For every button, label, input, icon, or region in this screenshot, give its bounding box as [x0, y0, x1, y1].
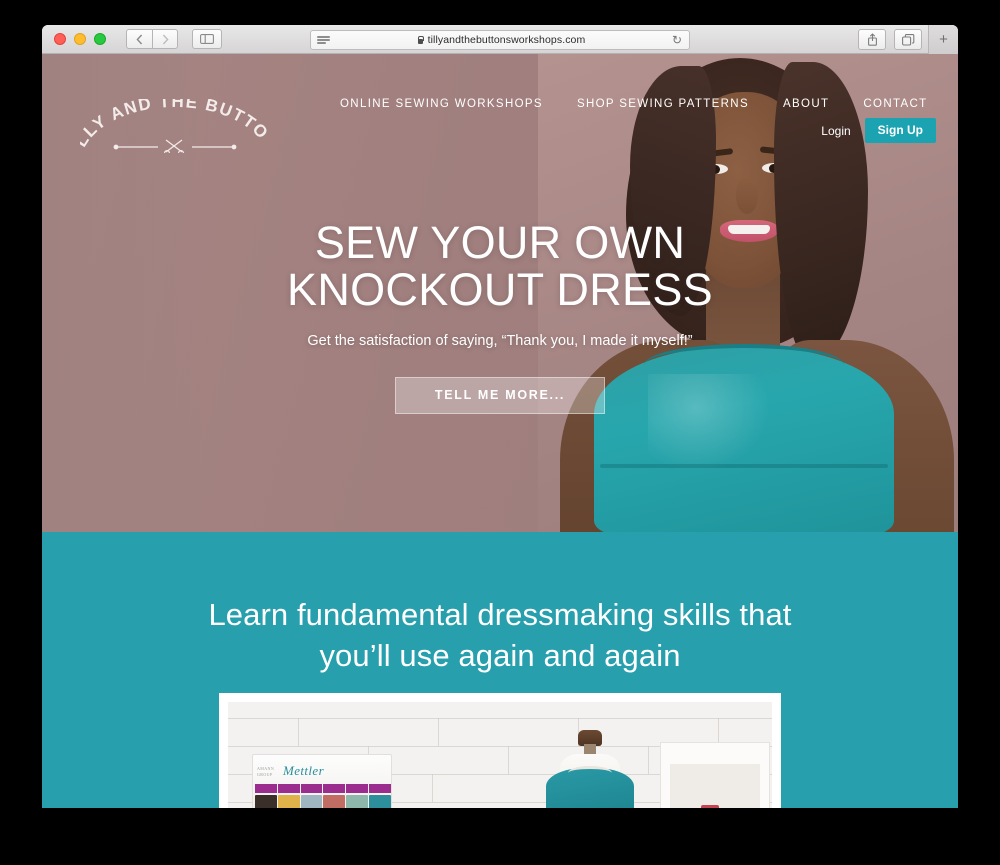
minimize-window-button[interactable]: [74, 33, 86, 45]
navigation-buttons: [126, 29, 178, 49]
site-logo[interactable]: TILLY AND THE BUTTONS: [80, 99, 270, 153]
new-tab-button[interactable]: +: [928, 25, 958, 54]
studio-photo-card: AMANN GROUP Mettler: [219, 693, 781, 808]
login-link[interactable]: Login: [821, 124, 850, 138]
dress-form-mannequin: [542, 730, 638, 808]
skills-heading: Learn fundamental dressmaking skills tha…: [42, 532, 958, 677]
studio-photo: AMANN GROUP Mettler: [228, 702, 772, 808]
thread-brand-name: Mettler: [283, 763, 325, 778]
main-navigation: ONLINE SEWING WORKSHOPS SHOP SEWING PATT…: [340, 98, 928, 110]
back-button[interactable]: [126, 29, 152, 49]
svg-text:TILLY AND THE BUTTONS: TILLY AND THE BUTTONS: [80, 99, 270, 150]
hero-section: TILLY AND THE BUTTONS: [42, 54, 958, 532]
reload-icon[interactable]: ↻: [672, 34, 682, 46]
toolbar-actions: [858, 29, 922, 50]
browser-toolbar: tillyandthebuttonsworkshops.com ↻ +: [42, 25, 958, 54]
forward-button[interactable]: [152, 29, 178, 49]
sign-up-button[interactable]: Sign Up: [864, 118, 936, 143]
web-page: TILLY AND THE BUTTONS: [42, 54, 958, 808]
thread-spools-row: [255, 795, 391, 808]
thread-display-box: AMANN GROUP Mettler: [252, 754, 392, 808]
close-window-button[interactable]: [54, 33, 66, 45]
zoom-window-button[interactable]: [94, 33, 106, 45]
thread-header-row: [255, 784, 391, 793]
url-display: tillyandthebuttonsworkshops.com: [330, 34, 672, 46]
skills-heading-line-1: Learn fundamental dressmaking skills tha…: [208, 597, 792, 632]
nav-item-shop-sewing-patterns[interactable]: SHOP SEWING PATTERNS: [577, 98, 749, 110]
lock-icon: [417, 35, 424, 45]
nav-item-about[interactable]: ABOUT: [783, 98, 829, 110]
share-icon[interactable]: [858, 29, 886, 50]
shelf-unit: [660, 742, 770, 808]
site-header: TILLY AND THE BUTTONS: [42, 54, 958, 153]
nav-item-online-sewing-workshops[interactable]: ONLINE SEWING WORKSHOPS: [340, 98, 543, 110]
browser-window: tillyandthebuttonsworkshops.com ↻ + LY A…: [42, 25, 958, 808]
sidebar-toggle-icon[interactable]: [192, 29, 222, 49]
tell-me-more-button[interactable]: TELL ME MORE...: [395, 376, 605, 414]
reader-view-icon[interactable]: [317, 36, 330, 44]
show-tabs-icon[interactable]: [894, 29, 922, 50]
url-text: tillyandthebuttonsworkshops.com: [427, 34, 586, 46]
thread-brand-sub-label: AMANN GROUP: [257, 766, 275, 777]
skills-heading-line-2: you’ll use again and again: [319, 637, 681, 673]
thread-brand-label: AMANN GROUP Mettler: [257, 763, 325, 779]
skills-section: Learn fundamental dressmaking skills tha…: [42, 532, 958, 808]
window-controls: [54, 33, 106, 45]
account-navigation: Login Sign Up: [821, 118, 936, 143]
nav-item-contact[interactable]: CONTACT: [863, 98, 927, 110]
address-bar[interactable]: tillyandthebuttonsworkshops.com ↻: [310, 30, 690, 50]
